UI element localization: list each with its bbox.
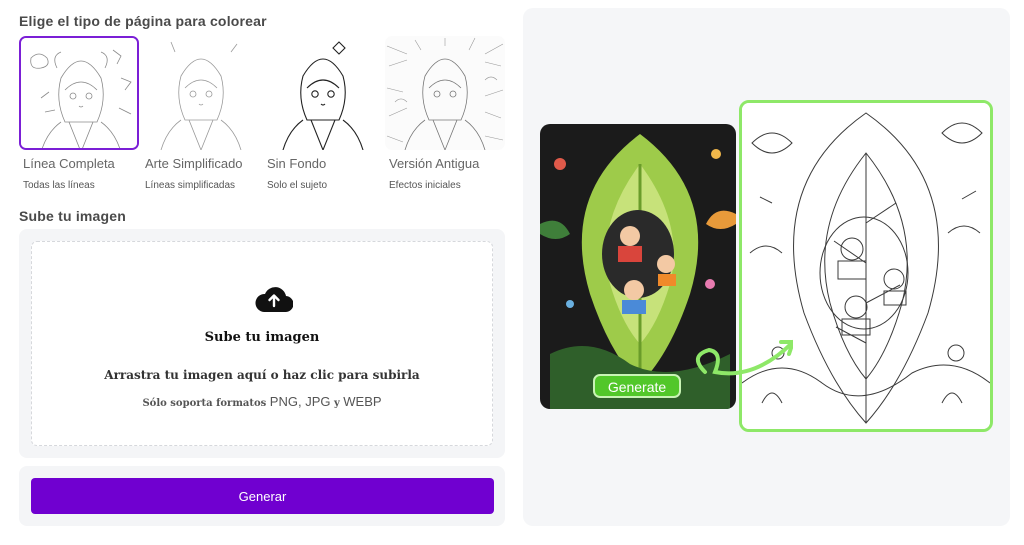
upload-section-title: Sube tu imagen	[19, 208, 127, 224]
style-thumbnail	[263, 36, 383, 150]
style-name: Sin Fondo	[267, 156, 327, 171]
style-thumbnail	[141, 36, 261, 150]
style-thumbnail	[19, 36, 139, 150]
style-option-arte-simplificado[interactable]: Arte Simplificado Líneas simplificadas	[141, 36, 263, 196]
upload-formats: Sólo soporta formatos PNG, JPG y WEBP	[32, 394, 492, 409]
formats-joiner: y	[333, 398, 340, 409]
formats-list: PNG, JPG	[269, 394, 331, 409]
style-description: Todas las líneas	[23, 180, 95, 191]
style-name: Línea Completa	[23, 156, 115, 171]
transform-arrow-icon	[696, 340, 793, 376]
style-description: Líneas simplificadas	[145, 180, 236, 191]
upload-dropzone[interactable]: Sube tu imagen Arrastra tu imagen aquí o…	[31, 241, 493, 446]
style-option-linea-completa[interactable]: Línea Completa Todas las líneas	[19, 36, 141, 196]
formats-last: WEBP	[343, 394, 382, 409]
style-options: Línea Completa Todas las líneas Arte Sim…	[19, 36, 505, 196]
style-section-title: Elige el tipo de página para colorear	[19, 13, 267, 29]
upload-title: Sube tu imagen	[204, 330, 320, 345]
generate-panel: Generar	[19, 466, 505, 526]
style-description: Efectos iniciales	[389, 180, 461, 191]
preview-panel: Generate	[523, 8, 1010, 526]
generate-button[interactable]: Generar	[31, 478, 494, 514]
style-option-sin-fondo[interactable]: Sin Fondo Solo el sujeto	[263, 36, 385, 196]
formats-prefix: Sólo soporta formatos	[142, 398, 267, 409]
generate-chip: Generate	[593, 374, 681, 398]
upload-panel: Sube tu imagen Arrastra tu imagen aquí o…	[19, 229, 505, 458]
style-option-version-antigua[interactable]: Versión Antigua Efectos iniciales	[385, 36, 507, 196]
upload-instructions: Arrastra tu imagen aquí o haz clic para …	[104, 368, 420, 382]
style-name: Versión Antigua	[389, 156, 480, 171]
style-name: Arte Simplificado	[145, 156, 243, 171]
style-thumbnail	[385, 36, 505, 150]
cloud-upload-icon	[255, 287, 293, 313]
style-description: Solo el sujeto	[267, 180, 328, 191]
